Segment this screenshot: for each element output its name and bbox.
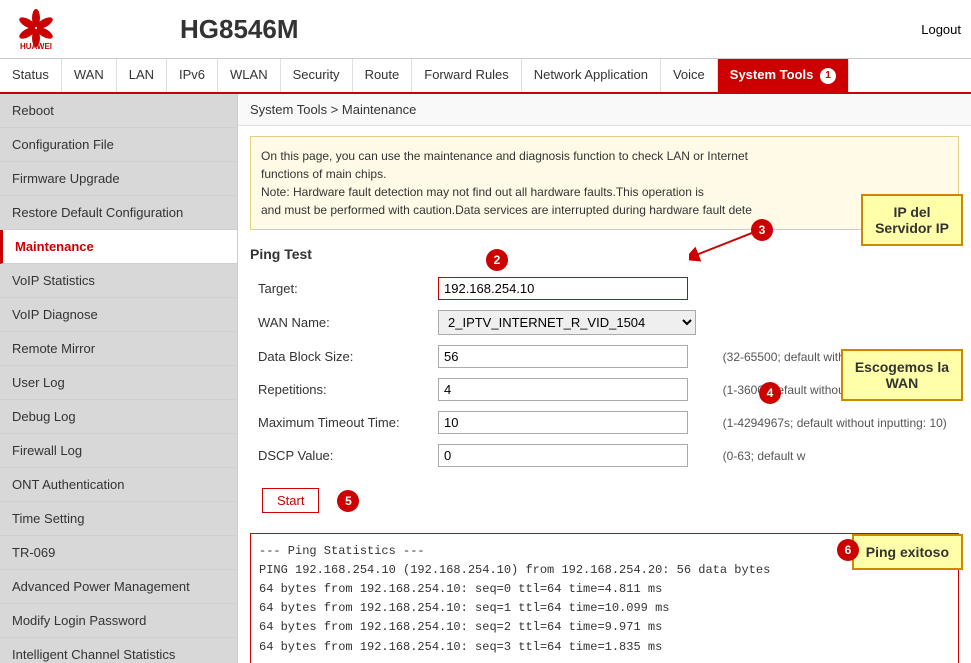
sidebar-item-time-setting[interactable]: Time Setting xyxy=(0,502,237,536)
huawei-logo: HUAWEI xyxy=(10,6,62,52)
info-line1: On this page, you can use the maintenanc… xyxy=(261,147,948,165)
breadcrumb: System Tools > Maintenance xyxy=(238,94,971,126)
nav-wlan[interactable]: WLAN xyxy=(218,59,281,92)
info-line2: functions of main chips. xyxy=(261,165,948,183)
wan-label: WAN Name: xyxy=(250,305,430,340)
target-label: Target: xyxy=(250,272,430,305)
sidebar: Reboot Configuration File Firmware Upgra… xyxy=(0,94,238,663)
sidebar-item-modify-password[interactable]: Modify Login Password xyxy=(0,604,237,638)
ping-line-3: 64 bytes from 192.168.254.10: seq=1 ttl=… xyxy=(259,599,950,618)
timeout-hint: (1-4294967s; default without inputting: … xyxy=(723,416,947,430)
content-wrapper: System Tools > Maintenance On this page,… xyxy=(238,94,971,663)
ping-line-4: 64 bytes from 192.168.254.10: seq=2 ttl=… xyxy=(259,618,950,637)
target-row: Target: xyxy=(250,272,959,305)
svg-text:HUAWEI: HUAWEI xyxy=(20,42,52,51)
nav-badge: 1 xyxy=(820,68,836,84)
nav-network-application[interactable]: Network Application xyxy=(522,59,661,92)
nav-lan[interactable]: LAN xyxy=(117,59,167,92)
info-line3: Note: Hardware fault detection may not f… xyxy=(261,183,948,201)
sidebar-item-user-log[interactable]: User Log xyxy=(0,366,237,400)
nav-route[interactable]: Route xyxy=(353,59,413,92)
timeout-input[interactable] xyxy=(438,411,688,434)
dscp-input[interactable] xyxy=(438,444,688,467)
logout-area: Logout xyxy=(921,22,961,37)
sidebar-item-maintenance[interactable]: Maintenance xyxy=(0,230,237,264)
dscp-hint: (0-63; default w xyxy=(723,449,806,463)
badge6-circle: 6 xyxy=(837,539,859,561)
nav-voice[interactable]: Voice xyxy=(661,59,718,92)
data-block-input[interactable] xyxy=(438,345,688,368)
logout-link[interactable]: Logout xyxy=(921,22,961,37)
repetitions-input[interactable] xyxy=(438,378,688,401)
sidebar-item-tr069[interactable]: TR-069 xyxy=(0,536,237,570)
data-block-label: Data Block Size: xyxy=(250,340,430,373)
nav-wan[interactable]: WAN xyxy=(62,59,117,92)
badge3-area: 3 xyxy=(751,219,773,241)
nav-status[interactable]: Status xyxy=(0,59,62,92)
header: HUAWEI HG8546M Logout xyxy=(0,0,971,59)
dscp-label: DSCP Value: xyxy=(250,439,430,472)
sidebar-item-restore[interactable]: Restore Default Configuration xyxy=(0,196,237,230)
target-input[interactable] xyxy=(438,277,688,300)
repetitions-label: Repetitions: xyxy=(250,373,430,406)
callout-wan: Escogemos laWAN xyxy=(841,349,963,401)
badge5-circle: 5 xyxy=(337,490,359,512)
content-area: System Tools > Maintenance On this page,… xyxy=(238,94,971,663)
sidebar-item-channel-stats[interactable]: Intelligent Channel Statistics xyxy=(0,638,237,663)
timeout-label: Maximum Timeout Time: xyxy=(250,406,430,439)
navbar: Status WAN LAN IPv6 WLAN Security Route … xyxy=(0,59,971,94)
nav-security[interactable]: Security xyxy=(281,59,353,92)
dscp-row: DSCP Value: (0-63; default w xyxy=(250,439,959,472)
badge2-circle: 2 xyxy=(486,249,508,271)
device-name: HG8546M xyxy=(180,14,299,45)
sidebar-item-remote-mirror[interactable]: Remote Mirror xyxy=(0,332,237,366)
wan-row: WAN Name: 2_IPTV_INTERNET_R_VID_1504 1_T… xyxy=(250,305,959,340)
ping-line-2: 64 bytes from 192.168.254.10: seq=0 ttl=… xyxy=(259,580,950,599)
nav-forward-rules[interactable]: Forward Rules xyxy=(412,59,522,92)
badge4-circle: 4 xyxy=(759,382,781,404)
badge6-area: 6 xyxy=(837,539,859,561)
main-layout: Reboot Configuration File Firmware Upgra… xyxy=(0,94,971,663)
logo-area: HUAWEI xyxy=(10,6,170,52)
sidebar-item-debug-log[interactable]: Debug Log xyxy=(0,400,237,434)
sidebar-item-firmware[interactable]: Firmware Upgrade xyxy=(0,162,237,196)
info-line4: and must be performed with caution.Data … xyxy=(261,201,948,219)
sidebar-item-adv-power[interactable]: Advanced Power Management xyxy=(0,570,237,604)
wan-select[interactable]: 2_IPTV_INTERNET_R_VID_1504 1_TR069_INTER… xyxy=(438,310,696,335)
sidebar-item-firewall-log[interactable]: Firewall Log xyxy=(0,434,237,468)
nav-system-tools[interactable]: System Tools 1 xyxy=(718,59,849,92)
sidebar-item-voip-diagnose[interactable]: VoIP Diagnose xyxy=(0,298,237,332)
badge4-area: 4 xyxy=(759,382,781,404)
timeout-row: Maximum Timeout Time: (1-4294967s; defau… xyxy=(250,406,959,439)
callout-ping: Ping exitoso xyxy=(852,534,963,570)
sidebar-item-reboot[interactable]: Reboot xyxy=(0,94,237,128)
start-button-row: Start 5 xyxy=(238,480,971,529)
start-button[interactable]: Start xyxy=(262,488,319,513)
ping-line-1: PING 192.168.254.10 (192.168.254.10) fro… xyxy=(259,561,950,580)
badge3-circle: 3 xyxy=(751,219,773,241)
callout-ip-server: IP delServidor IP xyxy=(861,194,963,246)
nav-ipv6[interactable]: IPv6 xyxy=(167,59,218,92)
sidebar-item-voip-stats[interactable]: VoIP Statistics xyxy=(0,264,237,298)
ping-line-5: 64 bytes from 192.168.254.10: seq=3 ttl=… xyxy=(259,638,950,657)
sidebar-item-config-file[interactable]: Configuration File xyxy=(0,128,237,162)
ping-line-6 xyxy=(259,657,950,663)
badge2-area: 2 xyxy=(486,249,508,271)
info-box: On this page, you can use the maintenanc… xyxy=(250,136,959,230)
sidebar-item-ont-auth[interactable]: ONT Authentication xyxy=(0,468,237,502)
